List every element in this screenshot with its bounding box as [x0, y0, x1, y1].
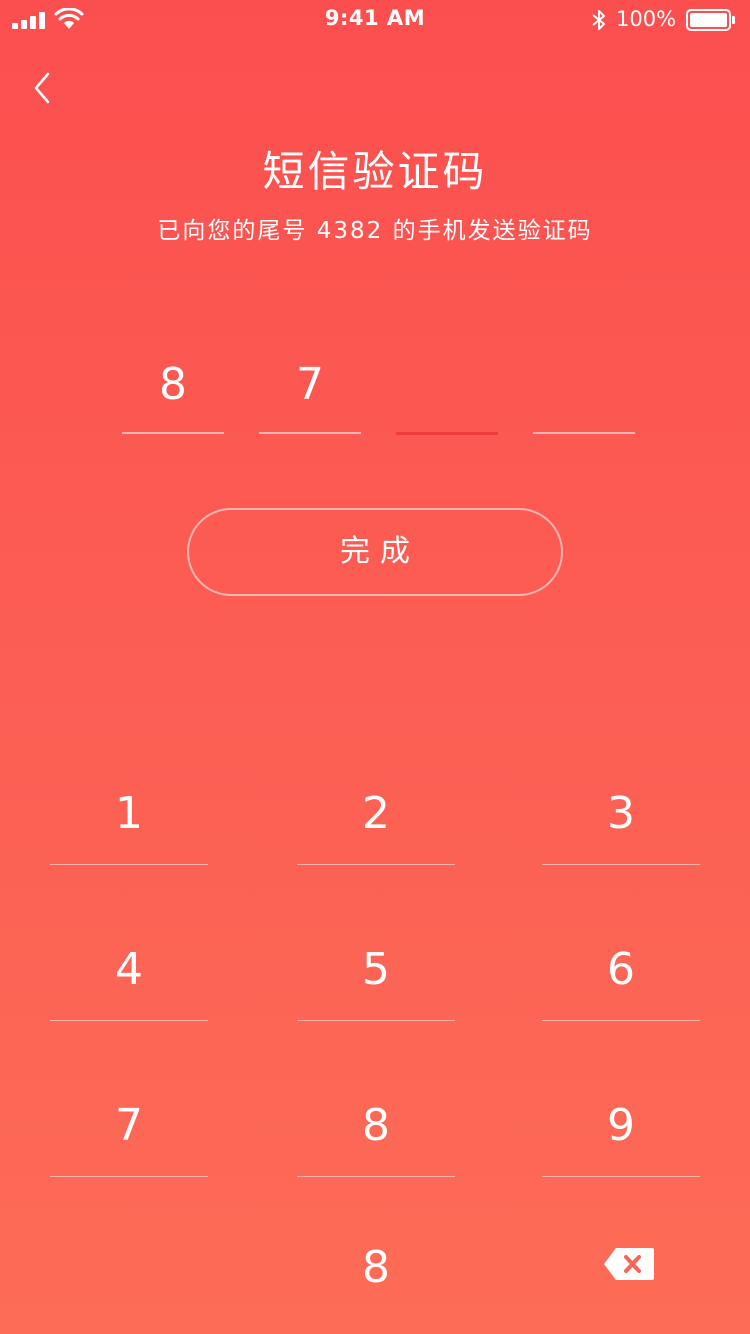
keypad-key-3[interactable]: 3 — [542, 774, 700, 865]
keypad-key-5[interactable]: 5 — [297, 930, 455, 1021]
keypad-delete-button[interactable] — [550, 1228, 708, 1318]
keypad-key-8[interactable]: 8 — [297, 1086, 455, 1177]
code-digit-3[interactable] — [396, 350, 498, 435]
battery-percentage: 100% — [616, 7, 677, 31]
backspace-icon — [604, 1248, 654, 1280]
keypad-key-bottom[interactable]: 8 — [297, 1228, 455, 1318]
page-subtitle: 已向您的尾号 4382 的手机发送验证码 — [157, 218, 593, 244]
battery-icon — [686, 9, 735, 31]
code-digit-2[interactable]: 7 — [259, 350, 361, 434]
done-button[interactable]: 完成 — [187, 508, 563, 596]
keypad-key-7[interactable]: 7 — [50, 1086, 208, 1177]
sms-verification-screen: 9:41 AM 100% 短信验证码 已向您的尾号 4382 的手机发送验证码 … — [0, 0, 750, 1334]
bluetooth-icon — [592, 10, 605, 30]
code-input-row[interactable]: 8 7 — [0, 350, 750, 440]
keypad-key-2[interactable]: 2 — [297, 774, 455, 865]
status-bar: 9:41 AM 100% — [0, 0, 750, 40]
keypad-key-9[interactable]: 9 — [542, 1086, 700, 1177]
keypad-key-4[interactable]: 4 — [50, 930, 208, 1021]
chevron-left-icon — [34, 72, 50, 104]
page-title: 短信验证码 — [262, 147, 488, 196]
code-digit-1[interactable]: 8 — [122, 350, 224, 434]
keypad-key-6[interactable]: 6 — [542, 930, 700, 1021]
keypad-key-1[interactable]: 1 — [50, 774, 208, 865]
code-digit-4[interactable] — [533, 350, 635, 434]
back-button[interactable] — [22, 66, 66, 110]
